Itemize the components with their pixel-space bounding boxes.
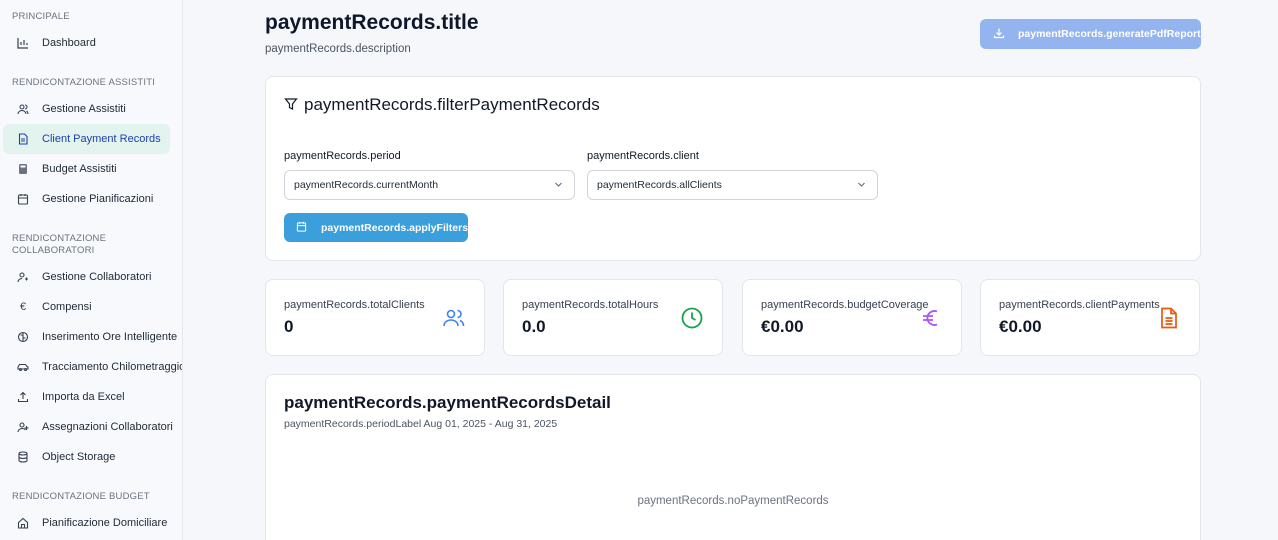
sidebar: PRINCIPALE Dashboard RENDICONTAZIONE ASS… — [0, 0, 183, 540]
stat-label: paymentRecords.budgetCoverage — [761, 299, 929, 311]
section-title-principale: PRINCIPALE — [12, 11, 70, 22]
euro-icon: € — [19, 301, 27, 313]
sidebar-item-dashboard[interactable]: Dashboard — [3, 28, 110, 58]
euro-icon — [919, 306, 943, 330]
page-description: paymentRecords.description — [265, 43, 411, 55]
filter-title-text: paymentRecords.filterPaymentRecords — [304, 95, 600, 114]
stat-card-total-hours: paymentRecords.totalHours 0.0 — [503, 279, 723, 356]
database-icon — [17, 451, 29, 463]
stat-value: 0.0 — [522, 317, 546, 336]
empty-state-message: paymentRecords.noPaymentRecords — [637, 495, 829, 507]
apply-filters-label: paymentRecords.applyFilters — [321, 221, 469, 234]
sidebar-item-pianificazione-domiciliare[interactable]: Pianificazione Domiciliare — [3, 508, 181, 538]
bar-chart-icon — [17, 37, 29, 49]
file-text-icon — [1157, 306, 1181, 330]
stat-card-client-payments: paymentRecords.clientPayments €0.00 — [980, 279, 1200, 356]
sidebar-item-assegnazioni-collaboratori[interactable]: Assegnazioni Collaboratori — [3, 412, 182, 442]
stat-card-total-clients: paymentRecords.totalClients 0 — [265, 279, 485, 356]
section-title-assistiti: RENDICONTAZIONE ASSISTITI — [12, 77, 156, 88]
sidebar-item-label: Importa da Excel — [42, 391, 125, 403]
sidebar-item-label: Gestione Pianificazioni — [42, 193, 154, 205]
stat-value: €0.00 — [999, 317, 1042, 336]
detail-title: paymentRecords.paymentRecordsDetail — [284, 393, 611, 412]
car-icon — [17, 361, 29, 373]
client-select-value: paymentRecords.allClients — [597, 179, 722, 191]
sidebar-item-budget-assistiti[interactable]: Budget Assistiti — [3, 154, 131, 184]
generate-pdf-button[interactable]: paymentRecords.generatePdfReport — [980, 19, 1201, 49]
sidebar-item-label: Tracciamento Chilometraggio — [42, 361, 183, 373]
section-title-budget: RENDICONTAZIONE BUDGET — [12, 491, 150, 502]
upload-icon — [17, 391, 29, 403]
clock-icon — [680, 306, 704, 330]
sidebar-item-label: Gestione Assistiti — [42, 103, 126, 115]
section-title-line: COLLABORATORI — [12, 245, 95, 256]
sidebar-item-gestione-assistiti[interactable]: Gestione Assistiti — [3, 94, 140, 124]
brain-icon — [17, 331, 29, 343]
page-title: paymentRecords.title — [265, 11, 479, 34]
home-icon — [17, 517, 29, 529]
stat-label: paymentRecords.totalClients — [284, 299, 425, 311]
sidebar-item-object-storage[interactable]: Object Storage — [3, 442, 129, 472]
sidebar-item-label: Budget Assistiti — [42, 163, 117, 175]
apply-filters-button[interactable]: paymentRecords.applyFilters — [284, 213, 468, 242]
sidebar-item-gestione-collaboratori[interactable]: Gestione Collaboratori — [3, 262, 165, 292]
sidebar-item-tracciamento-chilometraggio[interactable]: Tracciamento Chilometraggio — [3, 352, 183, 382]
filter-icon — [284, 97, 298, 114]
client-label: paymentRecords.client — [587, 150, 699, 162]
user-plus-icon — [17, 421, 29, 433]
sidebar-item-label: Client Payment Records — [42, 133, 161, 145]
filter-card: paymentRecords.filterPaymentRecords paym… — [265, 76, 1201, 261]
calendar-icon — [296, 221, 307, 235]
users-icon — [17, 103, 29, 115]
calendar-icon — [17, 193, 29, 205]
sidebar-item-label: Object Storage — [42, 451, 116, 463]
period-select-value: paymentRecords.currentMonth — [294, 179, 439, 191]
period-label: paymentRecords.period — [284, 150, 401, 162]
period-select[interactable]: paymentRecords.currentMonth — [284, 170, 575, 200]
sidebar-item-label: Assegnazioni Collaboratori — [42, 421, 173, 433]
sidebar-item-inserimento-ore[interactable]: Inserimento Ore Intelligente — [3, 322, 182, 352]
user-cog-icon — [17, 271, 29, 283]
sidebar-item-client-payment-records[interactable]: Client Payment Records — [3, 124, 170, 154]
download-icon — [993, 27, 1005, 42]
calculator-icon — [17, 163, 29, 175]
sidebar-item-importa-excel[interactable]: Importa da Excel — [3, 382, 139, 412]
payment-records-detail-card: paymentRecords.paymentRecordsDetail paym… — [265, 374, 1201, 540]
chevron-down-icon — [554, 180, 563, 191]
stat-card-budget-coverage: paymentRecords.budgetCoverage €0.00 — [742, 279, 962, 356]
users-icon — [442, 306, 466, 330]
stat-value: 0 — [284, 317, 294, 336]
sidebar-item-label: Inserimento Ore Intelligente — [42, 331, 178, 343]
filter-title: paymentRecords.filterPaymentRecords — [284, 95, 600, 115]
detail-period: paymentRecords.periodLabel Aug 01, 2025 … — [284, 418, 558, 430]
sidebar-item-label: Pianificazione Domiciliare — [42, 517, 168, 529]
sidebar-item-label: Gestione Collaboratori — [42, 271, 152, 283]
client-select[interactable]: paymentRecords.allClients — [587, 170, 878, 200]
stat-label: paymentRecords.clientPayments — [999, 299, 1160, 311]
sidebar-item-label: Compensi — [42, 301, 92, 313]
section-title-collaboratori: RENDICONTAZIONE COLLABORATORI — [0, 233, 118, 257]
main-content: paymentRecords.title paymentRecords.desc… — [184, 0, 1278, 540]
stat-value: €0.00 — [761, 317, 804, 336]
sidebar-item-label: Dashboard — [42, 37, 96, 49]
sidebar-item-compensi[interactable]: € Compensi — [3, 292, 106, 322]
chevron-down-icon — [857, 180, 866, 191]
stat-label: paymentRecords.totalHours — [522, 299, 659, 311]
document-icon — [17, 133, 29, 145]
generate-pdf-label: paymentRecords.generatePdfReport — [1018, 28, 1201, 40]
sidebar-item-gestione-pianificazioni[interactable]: Gestione Pianificazioni — [3, 184, 167, 214]
section-title-line: RENDICONTAZIONE — [12, 233, 107, 244]
